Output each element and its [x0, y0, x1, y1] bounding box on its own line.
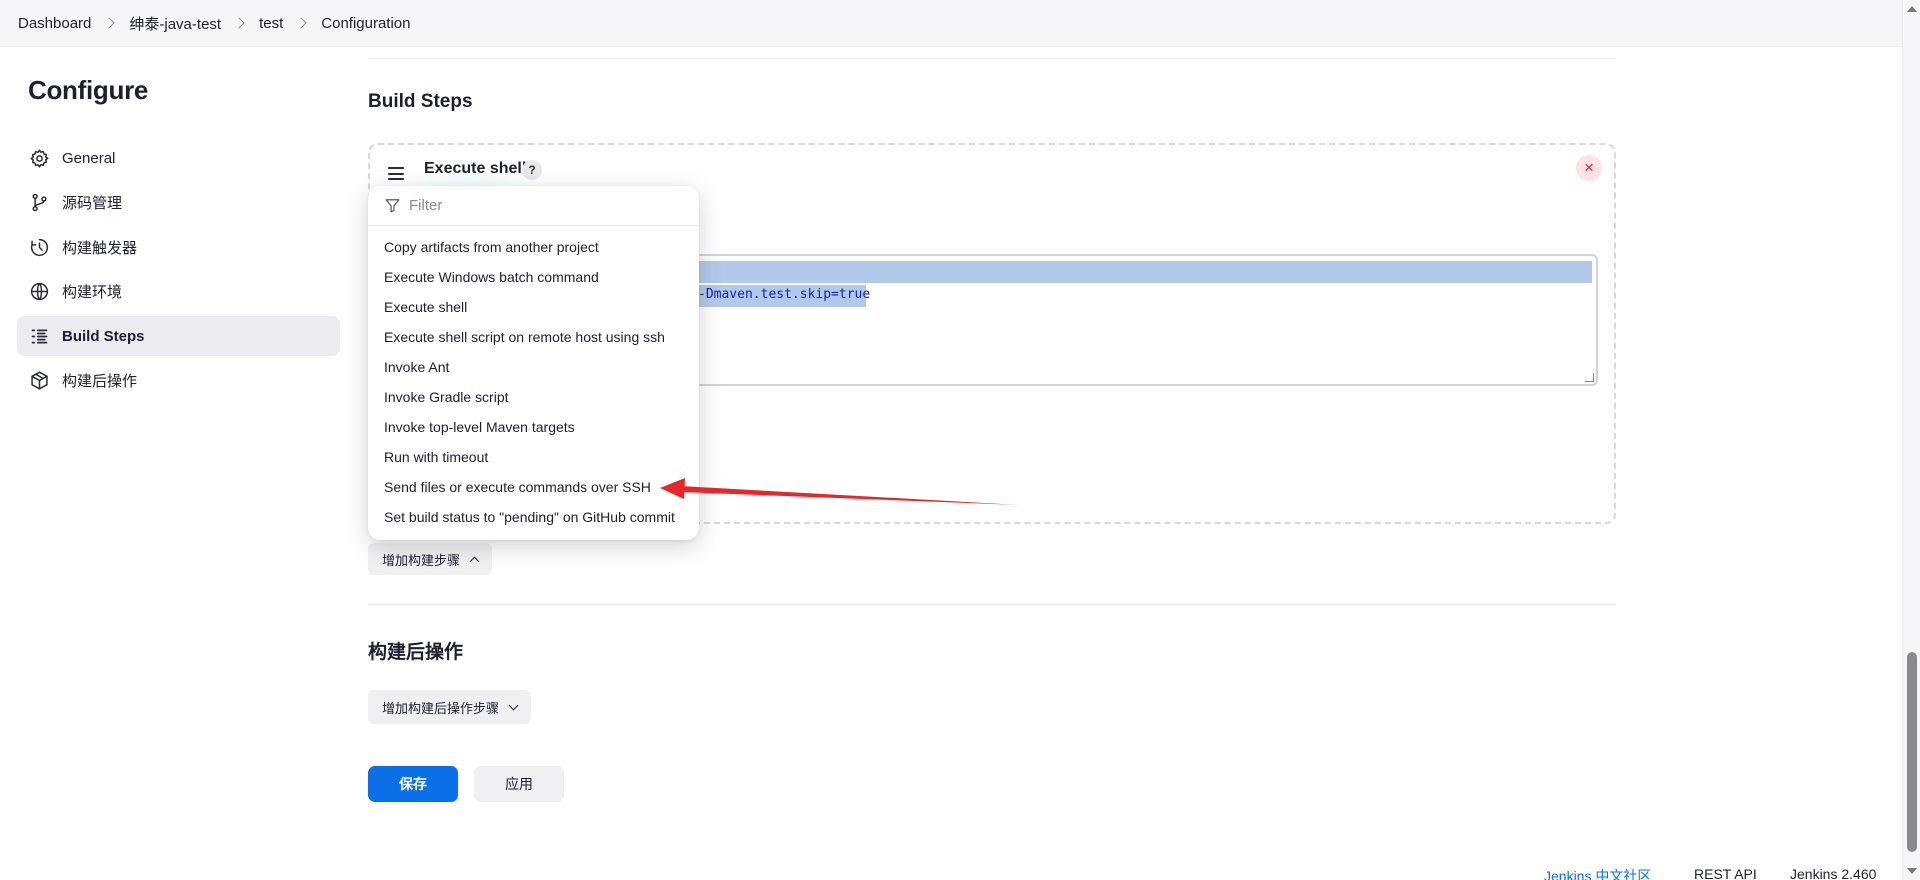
page-title: Configure	[28, 75, 149, 105]
breadcrumb: Dashboard 绅泰-java-test test Configuratio…	[0, 0, 1902, 47]
chevron-up-icon	[469, 556, 480, 566]
menu-item-windows-batch[interactable]: Execute Windows batch command	[368, 262, 699, 292]
sidebar-item-environment[interactable]: 构建环境	[17, 272, 340, 312]
globe-icon	[28, 281, 50, 303]
sidebar-item-label: 构建后操作	[62, 373, 138, 390]
breadcrumb-job[interactable]: test	[259, 15, 283, 32]
add-post-build-step-button[interactable]: 增加构建后操作步骤	[368, 690, 532, 724]
add-build-step-menu: Copy artifacts from another project Exec…	[368, 186, 699, 540]
delete-step-button[interactable]: ×	[1576, 155, 1602, 181]
sidebar-nav: General 源码管理 构建触发器 构建环境 Build Steps 构建后操…	[17, 138, 340, 405]
divider	[368, 604, 1616, 605]
text-selection	[692, 261, 1592, 283]
menu-list: Copy artifacts from another project Exec…	[368, 226, 699, 532]
menu-item-copy-artifacts[interactable]: Copy artifacts from another project	[368, 232, 699, 262]
branch-icon	[28, 192, 50, 214]
section-title-build-steps: Build Steps	[368, 91, 473, 112]
sidebar-item-scm[interactable]: 源码管理	[17, 183, 340, 223]
menu-item-invoke-maven[interactable]: Invoke top-level Maven targets	[368, 412, 699, 442]
menu-item-github-pending[interactable]: Set build status to "pending" on GitHub …	[368, 502, 699, 532]
divider	[368, 58, 1616, 59]
menu-item-send-files-ssh[interactable]: Send files or execute commands over SSH	[368, 472, 699, 502]
footer-community-text[interactable]: Jenkins 中文社区	[1544, 868, 1651, 880]
list-icon	[28, 325, 50, 347]
sidebar-item-label: Build Steps	[62, 327, 145, 345]
menu-item-execute-shell[interactable]: Execute shell	[368, 292, 699, 322]
scroll-up-icon[interactable]	[1907, 6, 1917, 12]
step-name: Execute shell	[424, 160, 527, 177]
add-build-step-button[interactable]: 增加构建步骤	[368, 543, 493, 575]
filter-row	[368, 186, 699, 226]
sidebar-item-label: 构建环境	[62, 284, 123, 301]
breadcrumb-configuration[interactable]: Configuration	[321, 15, 410, 32]
breadcrumb-dashboard[interactable]: Dashboard	[18, 15, 91, 32]
filter-input[interactable]	[409, 197, 669, 214]
chevron-down-icon	[508, 700, 519, 710]
save-button[interactable]: 保存	[368, 766, 458, 802]
footer-community-link[interactable]: Jenkins 中文社区	[1544, 866, 1651, 880]
sidebar-item-label: General	[62, 149, 116, 167]
chevron-right-icon	[103, 17, 116, 29]
sidebar-item-label: 源码管理	[62, 195, 123, 212]
filter-icon	[385, 199, 400, 213]
package-icon	[28, 370, 50, 392]
gear-icon	[28, 147, 50, 169]
menu-item-remote-ssh-script[interactable]: Execute shell script on remote host usin…	[368, 322, 699, 352]
sidebar-item-build-steps[interactable]: Build Steps	[17, 316, 340, 356]
drag-handle-icon[interactable]	[388, 167, 404, 184]
resize-handle-icon[interactable]	[1585, 373, 1594, 382]
breadcrumb-project[interactable]: 绅泰-java-test	[129, 13, 221, 34]
clock-icon	[28, 236, 50, 258]
menu-item-invoke-ant[interactable]: Invoke Ant	[368, 352, 699, 382]
command-text: -Dmaven.test.skip=true	[698, 287, 871, 302]
chevron-right-icon	[295, 17, 307, 29]
footer-rest-api-link[interactable]: REST API	[1694, 866, 1757, 880]
menu-item-invoke-gradle[interactable]: Invoke Gradle script	[368, 382, 699, 412]
add-post-build-label: 增加构建后操作步骤	[382, 700, 500, 716]
vertical-scrollbar[interactable]	[1902, 0, 1920, 880]
apply-button[interactable]: 应用	[474, 766, 564, 802]
chevron-right-icon	[233, 17, 245, 29]
scroll-down-icon[interactable]	[1907, 868, 1917, 874]
add-build-step-label: 增加构建步骤	[382, 552, 461, 568]
menu-item-run-with-timeout[interactable]: Run with timeout	[368, 442, 699, 472]
sidebar-item-triggers[interactable]: 构建触发器	[17, 227, 340, 267]
sidebar-item-label: 构建触发器	[62, 239, 138, 257]
footer-version[interactable]: Jenkins 2.460	[1790, 866, 1876, 880]
help-button[interactable]: ?	[522, 160, 542, 180]
sidebar-item-post-build[interactable]: 构建后操作	[17, 361, 340, 401]
section-title-post-build: 构建后操作	[368, 642, 464, 663]
command-textarea[interactable]: -Dmaven.test.skip=true	[690, 254, 1598, 386]
scroll-thumb[interactable]	[1907, 652, 1917, 852]
sidebar-item-general[interactable]: General	[17, 138, 340, 178]
